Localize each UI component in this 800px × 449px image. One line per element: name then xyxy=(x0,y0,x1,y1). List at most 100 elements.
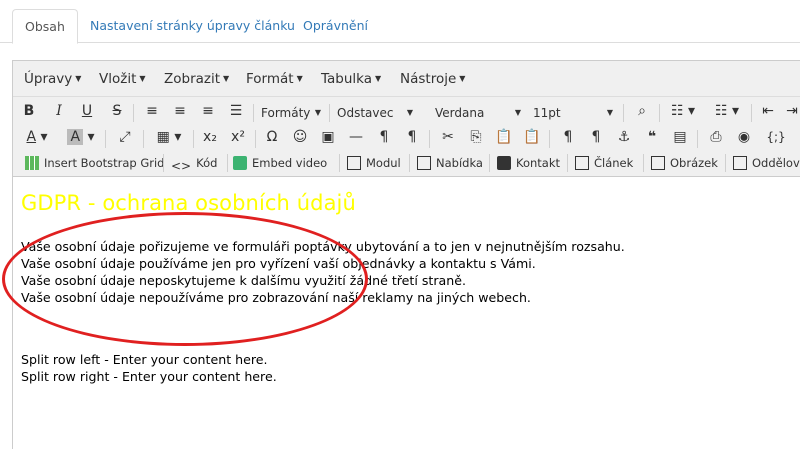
caret-down-icon: ▼ xyxy=(514,108,521,117)
tab-obsah[interactable]: Obsah xyxy=(12,9,78,44)
font-family-select[interactable]: Verdana ▼ xyxy=(435,102,525,124)
article-button[interactable]: Článek xyxy=(575,152,633,174)
text-color-icon[interactable]: A ▾ xyxy=(19,126,55,148)
media-icon[interactable]: ▣ xyxy=(317,126,339,148)
contact-button[interactable]: Kontakt xyxy=(497,152,560,174)
menu-link-icon xyxy=(417,156,431,170)
plugin-label: Obrázek xyxy=(670,156,718,170)
align-right-icon[interactable]: ≡ xyxy=(197,100,219,122)
visual-chars-icon[interactable]: ¶ xyxy=(585,126,607,148)
font-family-label: Verdana xyxy=(435,106,485,120)
image-icon xyxy=(651,156,665,170)
font-size-select[interactable]: 11pt ▼ xyxy=(533,102,617,124)
code-button[interactable]: <> Kód xyxy=(171,152,217,174)
cut-icon[interactable]: ✂ xyxy=(437,126,459,148)
menu-label: Formát xyxy=(246,71,294,87)
menu-label: Nástroje xyxy=(400,71,457,87)
paragraph-icon[interactable]: ¶ xyxy=(557,126,579,148)
paste-text-icon[interactable]: 📋 xyxy=(521,126,543,148)
plugin-label: Oddělovač xyxy=(752,156,800,170)
rtl-icon[interactable]: ¶ xyxy=(401,126,423,148)
menu-label: Úpravy xyxy=(24,71,73,87)
block-format-select[interactable]: Odstavec ▼ xyxy=(337,102,417,124)
caret-down-icon: ▼ xyxy=(296,74,303,83)
code-icon: <> xyxy=(171,159,192,173)
menu-upravy[interactable]: Úpravy ▼ xyxy=(24,61,81,97)
find-replace-icon[interactable]: ⌕ xyxy=(631,100,653,122)
subscript-icon[interactable]: x₂ xyxy=(199,126,221,148)
tab-page-settings[interactable]: Nastavení stránky úpravy článku xyxy=(78,9,307,43)
bullet-list-icon[interactable]: ☷ ▾ xyxy=(665,100,701,122)
underline-icon[interactable]: U xyxy=(77,100,97,122)
formats-label: Formáty xyxy=(261,106,311,120)
source-code-icon[interactable]: {;} xyxy=(761,126,791,148)
paste-icon[interactable]: 📋 xyxy=(493,126,515,148)
contact-icon xyxy=(497,156,511,170)
article-icon xyxy=(575,156,589,170)
align-center-icon[interactable]: ≡ xyxy=(169,100,191,122)
menu-tabulka[interactable]: Tabulka ▼ xyxy=(321,61,381,97)
table-icon[interactable]: ▦ ▾ xyxy=(151,126,187,148)
toolbar-row-3: Insert Bootstrap Grid <> Kód Embed video … xyxy=(13,150,800,176)
numbered-list-icon[interactable]: ☷ ▾ xyxy=(709,100,745,122)
tab-permissions[interactable]: Oprávnění xyxy=(291,9,380,43)
template-icon[interactable]: ▤ xyxy=(669,126,691,148)
plugin-label: Kód xyxy=(196,156,218,170)
outdent-icon[interactable]: ⇤ xyxy=(757,100,779,122)
caret-down-icon: ▼ xyxy=(223,74,230,83)
insert-bootstrap-grid-button[interactable]: Insert Bootstrap Grid xyxy=(25,152,164,174)
plugin-label: Kontakt xyxy=(516,156,561,170)
horizontal-rule-icon[interactable]: — xyxy=(345,126,367,148)
split-row-right: Split row right - Enter your content her… xyxy=(21,369,277,384)
blockquote-icon[interactable]: ❝ xyxy=(641,126,663,148)
align-justify-icon[interactable]: ☰ xyxy=(225,100,247,122)
split-row-left: Split row left - Enter your content here… xyxy=(21,352,268,367)
italic-icon[interactable]: I xyxy=(49,100,69,122)
menu-label: Tabulka xyxy=(321,71,373,87)
menu-zobrazit[interactable]: Zobrazit ▼ xyxy=(164,61,229,97)
pagebreak-button[interactable]: Oddělovač xyxy=(733,152,800,174)
tab-bar: Obsah Nastavení stránky úpravy článku Op… xyxy=(0,0,800,44)
video-icon xyxy=(233,156,247,170)
block-format-label: Odstavec xyxy=(337,106,394,120)
font-size-label: 11pt xyxy=(533,106,561,120)
copy-icon[interactable]: ⎘ xyxy=(465,126,487,148)
fullscreen-icon[interactable]: ⤢ xyxy=(113,126,137,148)
pagebreak-icon xyxy=(733,156,747,170)
caret-down-icon: ▼ xyxy=(375,74,382,83)
ltr-icon[interactable]: ¶ xyxy=(373,126,395,148)
strikethrough-icon[interactable]: S xyxy=(107,100,127,122)
module-button[interactable]: Modul xyxy=(347,152,401,174)
editor-menubar: Úpravy ▼ Vložit ▼ Zobrazit ▼ Formát ▼ Tabulk… xyxy=(13,61,800,97)
embed-video-button[interactable]: Embed video xyxy=(233,152,327,174)
superscript-icon[interactable]: x² xyxy=(227,126,249,148)
annotation-ellipse xyxy=(2,212,368,346)
image-button[interactable]: Obrázek xyxy=(651,152,718,174)
caret-down-icon: ▼ xyxy=(139,74,146,83)
print-icon[interactable]: ⎙ xyxy=(705,126,727,148)
menu-label: Vložit xyxy=(99,71,137,87)
caret-down-icon: ▼ xyxy=(314,108,321,117)
bold-icon[interactable]: B xyxy=(19,100,39,122)
module-icon xyxy=(347,156,361,170)
menu-label: Zobrazit xyxy=(164,71,221,87)
menu-vlozit[interactable]: Vložit ▼ xyxy=(99,61,146,97)
plugin-label: Nabídka xyxy=(436,156,483,170)
background-color-icon[interactable]: A ▾ xyxy=(63,126,99,148)
formats-select[interactable]: Formáty ▼ xyxy=(261,102,325,124)
menu-link-button[interactable]: Nabídka xyxy=(417,152,483,174)
plugin-label: Insert Bootstrap Grid xyxy=(44,156,165,170)
emoticons-icon[interactable]: ☺ xyxy=(289,126,311,148)
indent-icon[interactable]: ⇥ xyxy=(783,100,800,122)
plugin-label: Modul xyxy=(366,156,401,170)
menu-nastroje[interactable]: Nástroje ▼ xyxy=(400,61,465,97)
preview-icon[interactable]: ◉ xyxy=(733,126,755,148)
editor-toolbar: B I U S ≡ ≡ ≡ ☰ Formáty ▼ Odstavec ▼ Verda… xyxy=(13,97,800,177)
plugin-label: Článek xyxy=(594,156,634,170)
align-left-icon[interactable]: ≡ xyxy=(141,100,163,122)
menu-format[interactable]: Formát ▼ xyxy=(246,61,303,97)
caret-down-icon: ▼ xyxy=(606,108,613,117)
anchor-icon[interactable]: ⚓ xyxy=(613,126,635,148)
special-char-icon[interactable]: Ω xyxy=(261,126,283,148)
grid-icon xyxy=(25,156,39,170)
